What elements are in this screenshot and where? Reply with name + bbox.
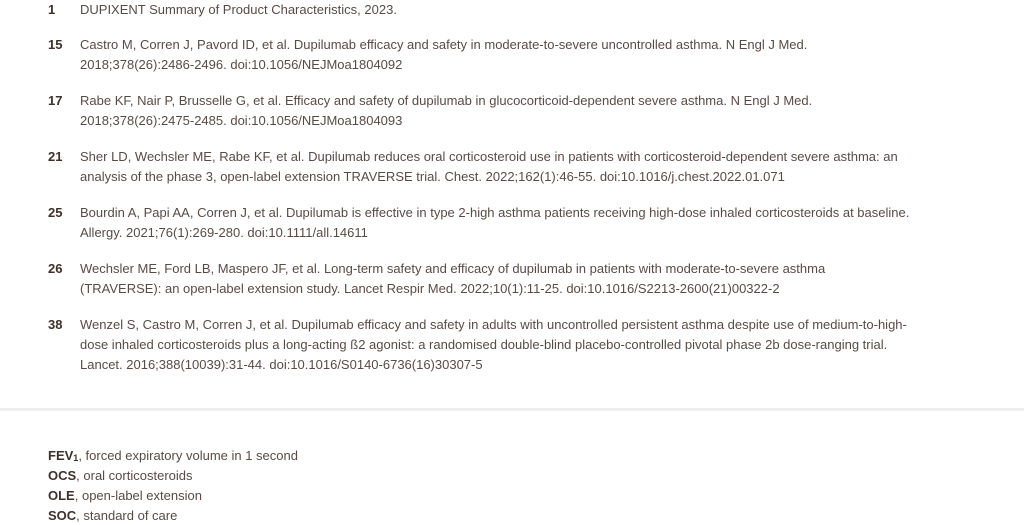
abbreviation-definition: , oral corticosteroids [76,468,193,483]
abbreviation-subscript: 1 [73,453,79,463]
reference-number: 15 [48,37,63,52]
reference-number: 26 [48,261,63,276]
reference-number: 17 [48,93,63,108]
abbreviation-item: SOC, standard of care [48,506,648,525]
abbreviation-item: OCS, oral corticosteroids [48,466,648,486]
reference-text: Castro M, Corren J, Pavord ID, et al. Du… [80,37,808,72]
references-list: 1 DUPIXENT Summary of Product Characteri… [0,0,1024,408]
reference-text: Rabe KF, Nair P, Brusselle G, et al. Eff… [80,93,813,128]
abbreviation-definition: , open-label extension [74,488,202,503]
abbreviations-list: FEV1, forced expiratory volume in 1 seco… [48,446,648,525]
reference-text: Wenzel S, Castro M, Corren J, et al. Dup… [80,317,907,372]
abbreviation-term: FEV1 [48,448,79,463]
abbreviation-definition: , forced expiratory volume in 1 second [78,448,298,463]
abbreviation-term: SOC [48,508,77,523]
reference-number: 38 [48,317,63,332]
reference-number: 1 [48,2,56,17]
section-divider [0,408,1024,411]
abbreviation-item: OLE, open-label extension [48,486,648,506]
abbreviation-term: OCS [48,468,77,483]
abbreviation-definition: , standard of care [76,508,178,523]
reference-number: 25 [48,205,63,220]
abbreviation-item: FEV1, forced expiratory volume in 1 seco… [48,446,648,466]
reference-text: Bourdin A, Papi AA, Corren J, et al. Dup… [80,205,910,240]
reference-text: DUPIXENT Summary of Product Characterist… [80,2,397,17]
reference-text: Sher LD, Wechsler ME, Rabe KF, et al. Du… [80,149,898,184]
reference-text: Wechsler ME, Ford LB, Maspero JF, et al.… [80,261,826,296]
reference-number: 21 [48,149,63,164]
abbreviation-term: OLE [48,488,75,503]
